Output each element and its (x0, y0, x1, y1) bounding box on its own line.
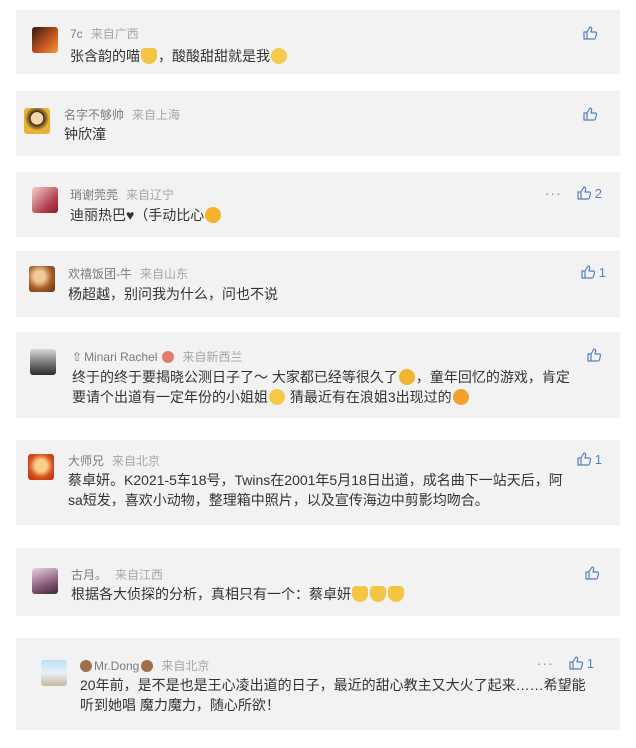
like-button[interactable]: 2 (576, 185, 602, 201)
comment-card: 名字不够帅 来自上海 钟欣潼 (16, 91, 620, 156)
thumbs-up-icon (583, 26, 598, 40)
avatar[interactable] (32, 568, 58, 594)
bear-emoji-icon (80, 659, 92, 672)
emoji-icon (162, 350, 175, 363)
user-badge-icon: ⇧ (72, 349, 83, 364)
thumbs-up-icon (583, 107, 598, 121)
avatar[interactable] (30, 349, 56, 375)
like-button[interactable]: 1 (580, 264, 606, 280)
avatar[interactable] (28, 454, 54, 480)
author-name[interactable]: 大师兄 (68, 452, 104, 469)
bear-emoji-icon (141, 659, 154, 672)
avatar[interactable] (41, 660, 67, 686)
thumbs-up-icon (577, 452, 591, 466)
like-button[interactable] (582, 106, 598, 122)
comment-card: 欢禧饭团-牛 来自山东 杨超越，别问我为什么，问也不说 1 (16, 251, 620, 317)
location-label: 来自北京 (112, 454, 161, 468)
like-button[interactable]: 1 (568, 655, 594, 671)
author-name[interactable]: 古月。 (71, 566, 107, 583)
location-label: 来自新西兰 (182, 350, 243, 364)
cat-emoji-icon (370, 586, 386, 602)
comment-card: 古月。 来自江西 根据各大侦探的分析，真相只有一个：蔡卓妍 (16, 548, 620, 616)
thumbs-up-icon (587, 348, 602, 362)
cat-emoji-icon (352, 586, 368, 602)
thumbs-up-icon (577, 186, 591, 200)
location-label: 来自上海 (132, 108, 181, 122)
heart-eyes-emoji-icon (452, 389, 469, 405)
author-name[interactable]: 名字不够帅 (64, 106, 124, 123)
crying-emoji-icon (398, 369, 415, 385)
comment-text: 钟欣潼 (64, 126, 106, 142)
like-button[interactable]: 1 (576, 451, 602, 467)
comment-text: 20年前，是不是也是王心凌出道的日子，最近的甜心教主又大火了起来……希望能 听到… (80, 677, 586, 713)
thumbs-up-icon (585, 566, 600, 580)
comment-text: 迪丽热巴♥（手动比心 (70, 205, 222, 225)
like-count: 1 (594, 451, 602, 467)
avatar[interactable] (32, 27, 58, 53)
comment-text: 杨超越，别问我为什么，问也不说 (68, 286, 278, 302)
more-options-button[interactable]: ··· (545, 185, 562, 201)
wink-emoji-icon (269, 389, 285, 405)
like-button[interactable] (586, 347, 602, 363)
comment-card: Mr.Dong 来自北京 20年前，是不是也是王心凌出道的日子，最近的甜心教主又… (16, 638, 620, 730)
avatar[interactable] (32, 187, 58, 213)
like-count: 1 (598, 264, 606, 280)
comment-card: ⇧ Minari Rachel 来自新西兰 终于的终于要揭晓公测日子了～ 大家都… (16, 332, 620, 418)
like-count: 1 (586, 655, 594, 671)
more-options-button[interactable]: ··· (537, 655, 554, 671)
author-name[interactable]: Mr.Dong (94, 659, 139, 673)
author-name[interactable]: 7c (70, 27, 83, 41)
comment-card: 琑谢莞莞 来自辽宁 迪丽热巴♥（手动比心 ··· 2 (16, 172, 620, 237)
location-label: 来自辽宁 (126, 188, 175, 202)
location-label: 来自广西 (90, 27, 139, 41)
comment-card: 7c 来自广西 张含韵的喵 ，酸酸甜甜就是我 (16, 10, 620, 74)
author-name[interactable]: Minari Rachel (84, 350, 157, 364)
thumbs-up-icon (569, 656, 583, 670)
thumbs-up-icon (581, 265, 595, 279)
author-name[interactable]: 琑谢莞莞 (70, 186, 118, 203)
cat-emoji-icon (388, 586, 404, 602)
location-label: 来自江西 (115, 568, 164, 582)
comment-text: 根据各大侦探的分析，真相只有一个：蔡卓妍 (71, 584, 405, 604)
cat-emoji-icon (141, 48, 157, 64)
comment-text: 终于的终于要揭晓公测日子了～ 大家都已经等很久了 ，童年回忆的游戏，肯定 要请个出… (72, 369, 570, 405)
wink-emoji-icon (271, 48, 287, 64)
comment-text: 张含韵的喵 ，酸酸甜甜就是我 (70, 46, 288, 66)
like-button[interactable] (582, 25, 598, 41)
avatar[interactable] (24, 108, 50, 134)
like-button[interactable] (584, 565, 600, 581)
location-label: 来自山东 (140, 267, 189, 281)
comment-card: 大师兄 来自北京 蔡卓妍。K2021-5车18号，Twins在2001年5月18… (16, 440, 620, 525)
like-count: 2 (594, 185, 602, 201)
love-emoji-icon (205, 207, 222, 223)
comment-text: 蔡卓妍。K2021-5车18号，Twins在2001年5月18日出道，成名曲下一… (68, 472, 563, 508)
author-name[interactable]: 欢禧饭团-牛 (68, 265, 132, 282)
location-label: 来自北京 (161, 659, 210, 673)
avatar[interactable] (29, 266, 55, 292)
